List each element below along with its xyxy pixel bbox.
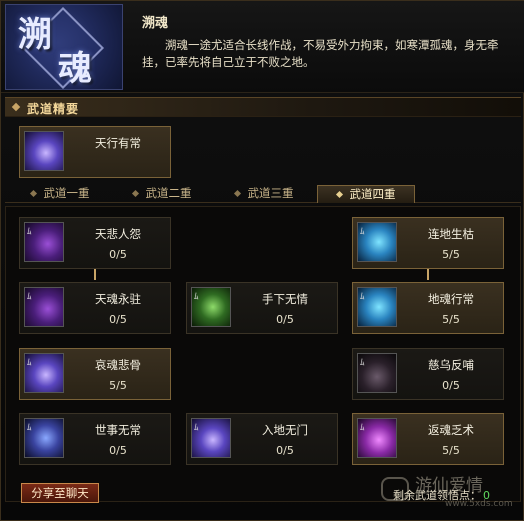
remaining-points: 剩余武道领悟点： 0 (393, 487, 490, 503)
diamond-bullet-icon (335, 190, 343, 199)
remaining-points-value: 0 (483, 489, 490, 502)
skill-level: 5/5 (442, 248, 460, 261)
indigo-spirit-icon: ﾑ (24, 418, 64, 458)
skill-level: 0/5 (109, 313, 127, 326)
tab-label: 武道三重 (247, 186, 294, 200)
skill-name: 天悲人怨 (95, 227, 141, 241)
skill-card[interactable]: ﾑ 返魂乏术 5/5 (352, 413, 504, 465)
skill-level: 5/5 (442, 444, 460, 457)
purple-spirit-icon: ﾑ (24, 222, 64, 262)
tab-tier-3[interactable]: 武道三重 (215, 185, 313, 203)
skill-card[interactable]: ﾑ 世事无常 0/5 (19, 413, 171, 465)
level-symbol: ﾑ (360, 227, 365, 237)
skill-name: 地魂行常 (428, 292, 474, 306)
skill-name: 连地生枯 (428, 227, 474, 241)
violet-burst-icon: ﾑ (191, 418, 231, 458)
skill-level: 0/5 (109, 248, 127, 261)
emblem-char-2: 魂 (58, 49, 92, 89)
skill-name: 世事无常 (95, 423, 141, 437)
diamond-bullet-icon (11, 102, 21, 112)
tree-connector (427, 268, 429, 280)
tree-connector (94, 268, 96, 280)
emblem-char-1: 溯 (18, 15, 52, 55)
school-title: 溯魂 (142, 16, 169, 31)
share-to-chat-button[interactable]: 分享至聊天 (21, 483, 99, 503)
summary-skill-card[interactable]: 天行有常 (19, 126, 171, 178)
martial-skill-panel: 溯 魂 溯魂 溯魂一途尤适合长线作战，不易受外力拘束，如寒潭孤魂，身无牵挂，已率… (0, 0, 524, 521)
skill-name: 返魂乏术 (428, 423, 474, 437)
skill-card[interactable]: ﾑ 天魂永驻 0/5 (19, 282, 171, 334)
tab-tier-2[interactable]: 武道二重 (113, 185, 211, 203)
violet-burst-icon: ﾑ (24, 353, 64, 393)
level-symbol: ﾑ (27, 423, 32, 433)
skill-card[interactable]: ﾑ 入地无门 0/5 (186, 413, 338, 465)
summary-section-label: 武道精要 (27, 102, 80, 116)
skill-card[interactable]: ﾑ 哀魂悲骨 5/5 (19, 348, 171, 400)
diamond-bullet-icon (131, 189, 139, 198)
skill-name: 手下无情 (262, 292, 308, 306)
blue-figure-icon: ﾑ (357, 287, 397, 327)
level-symbol: ﾑ (360, 292, 365, 302)
tier-tabs: 武道一重 武道二重 武道三重 武道四重 (5, 185, 521, 203)
diamond-bullet-icon (29, 189, 37, 198)
magenta-spirit-icon: ﾑ (357, 418, 397, 458)
skill-card[interactable]: ﾑ 手下无情 0/5 (186, 282, 338, 334)
level-symbol: ﾑ (27, 292, 32, 302)
skill-level: 5/5 (109, 379, 127, 392)
skill-card[interactable]: ﾑ 地魂行常 5/5 (352, 282, 504, 334)
skill-card[interactable]: ﾑ 天悲人怨 0/5 (19, 217, 171, 269)
spirit-icon (24, 131, 64, 171)
blue-wave-icon: ﾑ (357, 222, 397, 262)
tab-tier-4[interactable]: 武道四重 (317, 185, 415, 203)
remaining-points-label: 剩余武道领悟点： (393, 489, 481, 502)
level-symbol: ﾑ (360, 423, 365, 433)
skill-card[interactable]: ﾑ 连地生枯 5/5 (352, 217, 504, 269)
skill-card[interactable]: ﾑ 慈乌反哺 0/5 (352, 348, 504, 400)
diamond-bullet-icon (233, 189, 241, 198)
school-emblem: 溯 魂 (5, 4, 123, 90)
level-symbol: ﾑ (360, 358, 365, 368)
skill-name: 天魂永驻 (95, 292, 141, 306)
skill-name: 慈乌反哺 (428, 358, 474, 372)
school-description: 溯魂一途尤适合长线作战，不易受外力拘束，如寒潭孤魂，身无牵挂，已率先将自己立于不… (142, 38, 499, 69)
tab-label: 武道二重 (145, 186, 192, 200)
tab-label: 武道一重 (43, 186, 90, 200)
level-symbol: ﾑ (194, 423, 199, 433)
purple-spirit-icon: ﾑ (24, 287, 64, 327)
skill-level: 0/5 (109, 444, 127, 457)
skill-name: 哀魂悲骨 (95, 358, 141, 372)
level-symbol: ﾑ (27, 358, 32, 368)
skill-level: 0/5 (276, 444, 294, 457)
skill-level: 5/5 (442, 313, 460, 326)
skill-level: 0/5 (276, 313, 294, 326)
skill-level: 0/5 (442, 379, 460, 392)
green-spirit-icon: ﾑ (191, 287, 231, 327)
dark-crow-icon: ﾑ (357, 353, 397, 393)
tab-label: 武道四重 (349, 187, 396, 201)
tab-tier-1[interactable]: 武道一重 (11, 185, 109, 203)
level-symbol: ﾑ (27, 227, 32, 237)
school-header: 溯 魂 溯魂 溯魂一途尤适合长线作战，不易受外力拘束，如寒潭孤魂，身无牵挂，已率… (1, 1, 524, 93)
skill-name: 天行有常 (95, 136, 141, 150)
skill-name: 入地无门 (262, 423, 308, 437)
level-symbol: ﾑ (194, 292, 199, 302)
summary-section-title: 武道精要 (5, 97, 521, 117)
